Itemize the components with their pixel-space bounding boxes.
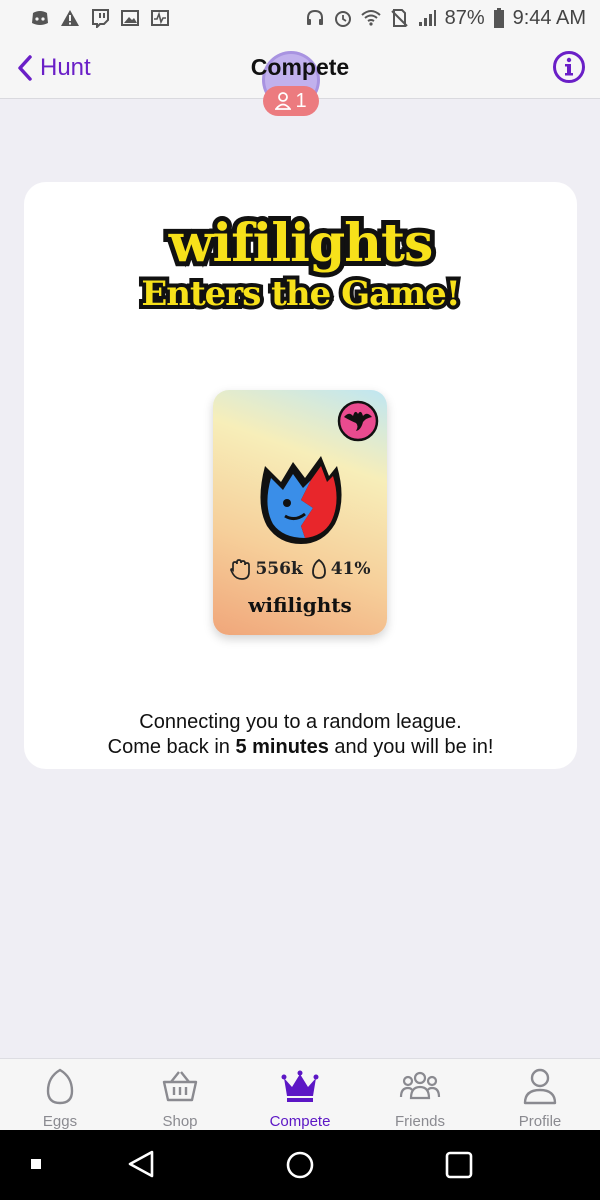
message-wait-time: 5 minutes	[235, 736, 329, 758]
headline-subtitle: Enters the Game!	[137, 270, 464, 318]
status-bar: 87% 9:44 AM	[0, 0, 600, 36]
hunts-stat: 556k	[229, 558, 303, 580]
friends-icon	[399, 1071, 441, 1100]
back-label: Hunt	[40, 54, 91, 81]
nav-profile-label: Profile	[518, 1113, 562, 1130]
signal-icon	[418, 10, 436, 26]
overview-square-icon[interactable]	[445, 1151, 473, 1179]
egg-icon	[46, 1068, 74, 1105]
hunts-count: 556k	[255, 559, 303, 579]
person-icon	[275, 92, 292, 110]
discord-icon	[32, 11, 48, 25]
participants-count: 1	[295, 89, 307, 112]
percent-value: 41%	[330, 559, 371, 579]
alarm-icon	[334, 11, 351, 27]
wifi-icon	[360, 10, 381, 26]
headline: wifilights Enters the Game!	[24, 211, 577, 319]
dragon-badge-icon	[337, 400, 379, 442]
egg-stats: 556k 41%	[213, 558, 387, 580]
egg-outline-icon	[311, 558, 326, 579]
profile-icon	[523, 1068, 557, 1105]
nav-compete[interactable]: Compete	[240, 1059, 360, 1130]
back-button[interactable]: Hunt	[16, 50, 91, 86]
home-circle-icon[interactable]	[285, 1150, 315, 1180]
battery-icon	[493, 8, 504, 28]
system-nav-bar	[0, 1130, 600, 1200]
twitch-icon	[92, 9, 109, 28]
app-header: Hunt Compete 1	[0, 36, 600, 116]
league-card: wifilights Enters the Game! 556k 41% wif…	[24, 182, 577, 769]
headset-icon	[306, 9, 323, 25]
headline-egg-name: wifilights	[164, 211, 439, 277]
nav-profile[interactable]: Profile	[480, 1059, 600, 1130]
message-line-1: Connecting you to a random league.	[139, 711, 462, 733]
info-icon[interactable]	[552, 50, 586, 84]
message-line-2: Come back in 5 minutes and you will be i…	[24, 735, 577, 760]
nav-eggs[interactable]: Eggs	[0, 1059, 120, 1130]
back-triangle-icon[interactable]	[126, 1149, 156, 1179]
nav-shop-label: Shop	[162, 1113, 198, 1130]
percent-stat: 41%	[311, 558, 371, 580]
message-prefix: Come back in	[107, 736, 236, 758]
recent-apps-icon[interactable]	[30, 1158, 42, 1170]
message-suffix: and you will be in!	[328, 736, 494, 758]
clock-time: 9:44 AM	[512, 6, 586, 29]
crown-icon	[281, 1070, 319, 1102]
status-message: Connecting you to a random league. Come …	[24, 710, 577, 760]
battery-percent: 87%	[444, 6, 485, 29]
hand-icon	[230, 559, 251, 580]
system-status: 87% 9:44 AM	[305, 7, 586, 30]
egg-name: wifilights	[248, 593, 352, 617]
participants-badge[interactable]: 1	[263, 86, 319, 116]
nav-eggs-label: Eggs	[42, 1113, 78, 1130]
no-sim-icon	[390, 9, 408, 27]
mascot-egg-icon	[260, 456, 342, 544]
basket-icon	[162, 1071, 198, 1102]
nav-shop[interactable]: Shop	[120, 1059, 240, 1130]
bottom-nav: Eggs Shop Compete Friends Profile	[0, 1058, 600, 1130]
warning-icon	[61, 10, 79, 26]
pulse-icon	[151, 10, 169, 26]
image-icon	[121, 10, 139, 26]
nav-friends-label: Friends	[394, 1113, 446, 1130]
chevron-left-icon	[18, 55, 32, 81]
notification-icons	[30, 8, 170, 28]
egg-card[interactable]: 556k 41% wifilights	[213, 390, 387, 635]
nav-compete-label: Compete	[269, 1113, 331, 1130]
nav-friends[interactable]: Friends	[360, 1059, 480, 1130]
